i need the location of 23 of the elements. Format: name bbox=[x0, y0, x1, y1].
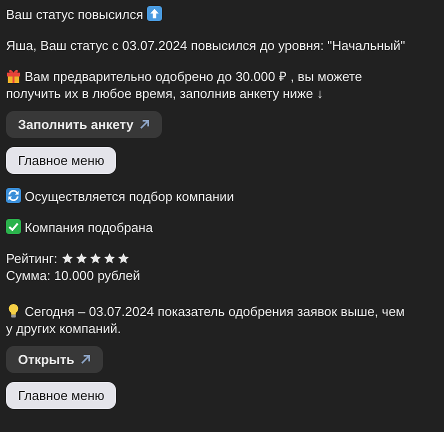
rating-label: Рейтинг: bbox=[6, 250, 58, 267]
external-link-icon bbox=[80, 354, 92, 365]
checkmark-icon bbox=[6, 219, 21, 234]
external-link-icon bbox=[139, 119, 150, 130]
link-button[interactable]: Открыть bbox=[6, 346, 104, 373]
message-text: Ваш статус повысился bbox=[6, 6, 408, 23]
light-bulb-icon bbox=[6, 303, 21, 318]
message-text: Вам предварительно одобрено до 30.000 ₽ , вы можете получить их в любое время, заполнив анкету ниже ↓ bbox=[6, 68, 364, 102]
star-icon bbox=[61, 252, 74, 265]
star-icon bbox=[75, 252, 88, 265]
main-menu-button[interactable]: Главное меню bbox=[6, 147, 116, 174]
amount-text: Сумма: 10.000 рублей bbox=[6, 267, 142, 284]
message-text: Яша, Ваш статус с 03.07.2024 повысился до уровня: "Начальный" bbox=[6, 37, 406, 54]
message-text: Осуществляется подбор компании bbox=[6, 188, 408, 205]
star-icon bbox=[103, 252, 116, 265]
gift-icon bbox=[6, 68, 21, 83]
message-text: Компания подобрана bbox=[6, 219, 408, 236]
message-text: Сегодня – 03.07.2024 показатель одобрения заявок выше, чем у других компаний. bbox=[6, 303, 406, 337]
refresh-icon bbox=[6, 188, 21, 203]
link-button[interactable]: Заполнить анкету bbox=[6, 111, 162, 138]
main-menu-button[interactable]: Главное меню bbox=[6, 382, 116, 409]
star-icon bbox=[89, 252, 102, 265]
star-icon bbox=[117, 252, 130, 265]
